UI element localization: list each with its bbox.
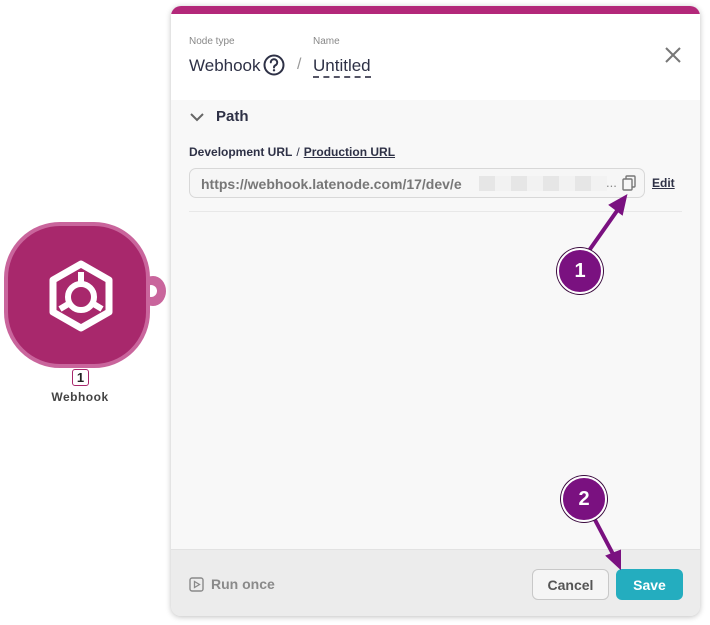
url-mode-switch: Development URL / Production URL xyxy=(189,145,395,159)
node-settings-panel: Node type Name Webhook / Untitled Path D… xyxy=(171,6,700,616)
webhook-url-text: https://webhook.latenode.com/17/dev/e xyxy=(201,176,462,192)
production-url-tab[interactable]: Production URL xyxy=(304,145,395,159)
section-divider xyxy=(189,211,682,212)
webhook-url-field[interactable]: https://webhook.latenode.com/17/dev/e ..… xyxy=(189,168,645,198)
save-button[interactable]: Save xyxy=(616,569,683,600)
close-icon[interactable] xyxy=(664,46,682,64)
run-once-label: Run once xyxy=(211,576,275,592)
panel-footer: Run once Cancel Save xyxy=(171,549,700,616)
name-caption: Name xyxy=(313,36,340,47)
panel-header: Node type Name Webhook / Untitled xyxy=(171,14,700,100)
section-title: Path xyxy=(216,108,249,125)
edit-url-link[interactable]: Edit xyxy=(652,176,675,190)
header-separator: / xyxy=(297,56,302,73)
webhook-node[interactable] xyxy=(4,222,150,368)
node-number-badge: 1 xyxy=(72,369,89,386)
node-name-field[interactable]: Untitled xyxy=(313,56,371,78)
cancel-button[interactable]: Cancel xyxy=(532,569,609,600)
chevron-down-icon xyxy=(190,113,204,122)
node-label: Webhook xyxy=(51,390,109,404)
annotation-badge-1: 1 xyxy=(557,248,603,294)
panel-accent-bar xyxy=(171,6,700,14)
webhook-hexagon-icon xyxy=(49,260,113,332)
development-url-tab[interactable]: Development URL xyxy=(189,145,292,159)
url-redacted-segment xyxy=(479,176,607,191)
node-type-value: Webhook xyxy=(189,56,261,75)
node-type-caption: Node type xyxy=(189,36,235,47)
help-icon[interactable] xyxy=(263,54,285,76)
annotation-badge-2: 2 xyxy=(561,476,607,522)
url-slash: / xyxy=(296,145,300,159)
play-icon xyxy=(189,577,204,592)
copy-icon[interactable] xyxy=(622,175,636,191)
url-ellipsis: ... xyxy=(606,175,617,190)
